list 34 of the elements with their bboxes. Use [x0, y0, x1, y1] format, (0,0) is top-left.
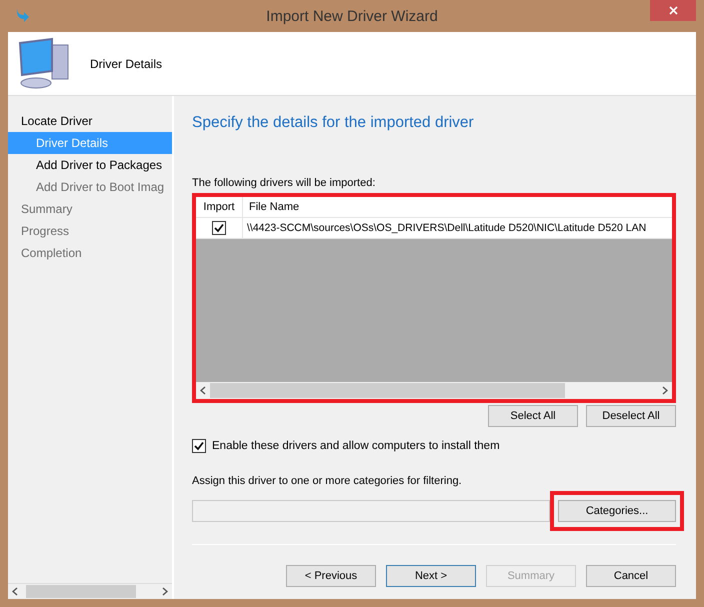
scroll-left-icon[interactable] — [12, 587, 18, 596]
checkbox-label: Enable these drivers and allow computers to install them — [212, 440, 500, 452]
close-button[interactable] — [650, 0, 696, 21]
wizard-step: Add Driver to Packages — [8, 154, 172, 176]
scroll-left-icon[interactable] — [200, 386, 206, 395]
close-icon — [668, 6, 678, 15]
list-label: The following drivers will be imported: — [192, 177, 376, 189]
file-name-cell-text: \\4423-SCCM\sources\OSs\OS_DRIVERS\Dell\Latitude D520\NIC\Latitude D520 LAN — [246, 222, 646, 234]
page-title: Driver Details — [90, 56, 162, 70]
categories-label: Assign this driver to one or more categories for filtering. — [192, 475, 463, 487]
wizard-step: Summary — [8, 198, 172, 220]
categories-field[interactable] — [192, 500, 550, 522]
wizard-step: Locate Driver — [8, 110, 172, 132]
computer-icon — [16, 36, 70, 90]
window-title: Import New Driver Wizard — [265, 8, 439, 24]
column-header[interactable]: File Name — [243, 201, 300, 213]
scroll-right-icon[interactable] — [662, 386, 668, 395]
categories-button[interactable]: Categories... — [558, 500, 676, 522]
column-header[interactable]: Import — [203, 201, 235, 213]
checkbox[interactable] — [192, 439, 206, 453]
wizard-step: Completion — [8, 242, 172, 264]
checkbox[interactable] — [212, 221, 226, 235]
deselect-all-button[interactable]: Deselect All — [586, 405, 676, 427]
wizard-button[interactable]: Next > — [386, 565, 476, 587]
scroll-right-icon[interactable] — [162, 587, 168, 596]
select-all-button[interactable]: Select All — [488, 405, 578, 427]
page-heading: Specify the details for the imported driver — [192, 114, 475, 132]
wizard-step: Driver Details — [8, 132, 172, 154]
wizard-step: Add Driver to Boot Imag — [8, 176, 172, 198]
wizard-step: Progress — [8, 220, 172, 242]
scroll-bar[interactable] — [196, 382, 672, 399]
wizard-button[interactable]: Cancel — [586, 565, 676, 587]
scroll-bar[interactable] — [8, 583, 172, 599]
wizard-button[interactable]: < Previous — [286, 565, 376, 587]
